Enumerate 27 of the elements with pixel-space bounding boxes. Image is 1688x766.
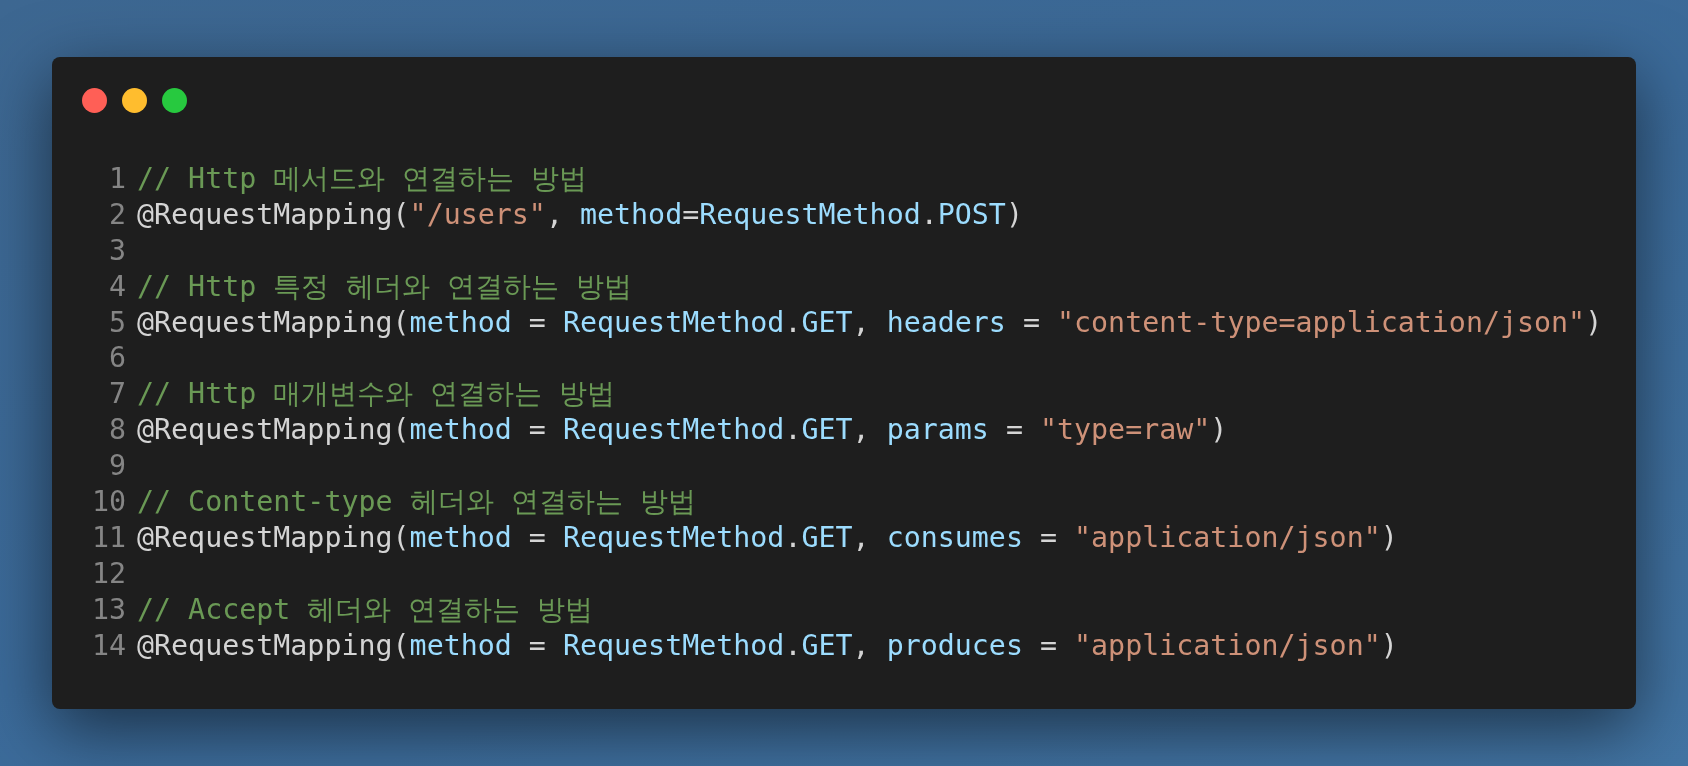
code-comment: // Accept 헤더와 연결하는 방법 — [137, 591, 594, 628]
line-number: 10 — [90, 484, 126, 520]
line-number: 5 — [107, 304, 126, 341]
window-control-button[interactable] — [82, 87, 107, 113]
code-line: @RequestMapping(method = RequestMethod.GET, produces = "application/json") — [137, 627, 1398, 664]
line-number: 6 — [107, 340, 126, 377]
line-number: 7 — [107, 376, 126, 413]
line-number: 11 — [90, 519, 126, 556]
code-comment: // Content-type 헤더와 연결하는 방법 — [137, 484, 696, 520]
code-comment: // Http 매개변수와 연결하는 방법 — [137, 376, 616, 413]
line-number: 8 — [107, 412, 126, 449]
line-number: 13 — [90, 591, 126, 628]
line-number: 1 — [107, 161, 126, 197]
code-comment: // Http 특정 헤더와 연결하는 방법 — [137, 268, 633, 305]
code-comment: // Http 메서드와 연결하는 방법 — [137, 161, 588, 197]
line-number: 2 — [107, 196, 126, 233]
code-line: @RequestMapping("/users", method=RequestMethod.POST) — [137, 196, 1023, 233]
line-number: 9 — [107, 448, 126, 484]
line-number: 3 — [107, 232, 126, 269]
window-control-button[interactable] — [162, 87, 187, 113]
window-control-button[interactable] — [122, 87, 147, 113]
line-number: 14 — [90, 627, 126, 664]
line-number: 4 — [107, 268, 126, 305]
code-line: @RequestMapping(method = RequestMethod.GET, headers = "content-type=application/json") — [137, 304, 1603, 341]
code-line: @RequestMapping(method = RequestMethod.GET, consumes = "application/json") — [137, 519, 1398, 556]
line-number: 12 — [90, 555, 126, 592]
code-line: @RequestMapping(method = RequestMethod.GET, params = "type=raw") — [137, 412, 1228, 449]
